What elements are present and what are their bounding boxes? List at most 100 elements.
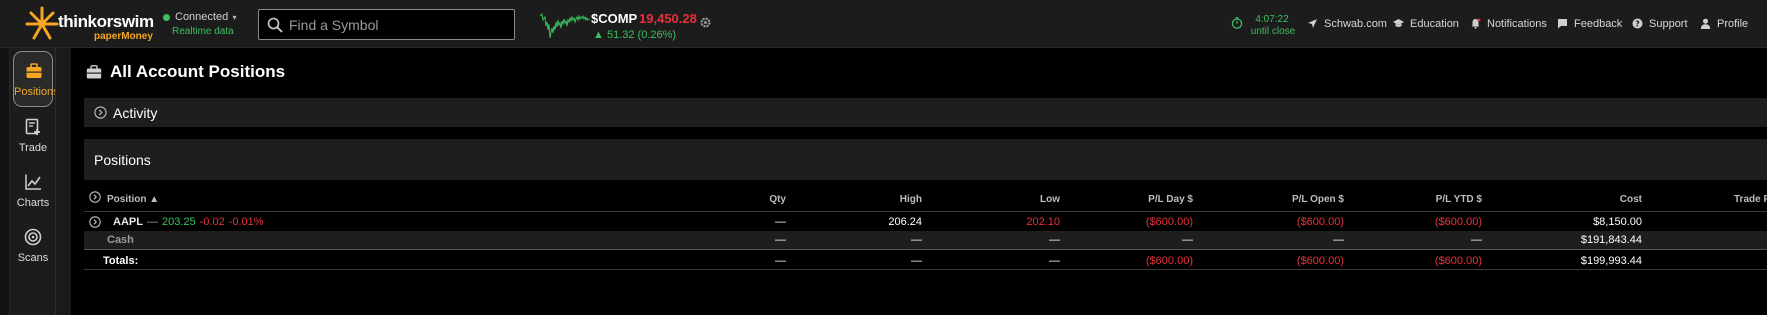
- target-icon: [24, 228, 42, 246]
- sidebar-item-label: Scans: [17, 252, 49, 264]
- column-header-label: Position: [107, 194, 147, 205]
- pl-open-cell: ($600.00): [1296, 216, 1344, 228]
- qty-cell: —: [775, 216, 786, 228]
- net-change: -0.02: [199, 216, 225, 228]
- cost-cell: $199,993.44: [1580, 255, 1642, 267]
- brand-name: thinkorswim: [58, 12, 154, 31]
- column-header-low[interactable]: Low: [982, 194, 1060, 205]
- data-mode-label: Realtime data: [172, 26, 234, 37]
- pl-day-cell: —: [1182, 234, 1193, 246]
- sidebar-item-trade[interactable]: Trade: [13, 108, 53, 164]
- sidebar-item-label: Positions: [14, 86, 59, 98]
- nav-link-label: Education: [1410, 18, 1459, 30]
- nav-link-education[interactable]: Education: [1393, 18, 1468, 32]
- pl-ytd-cell: ($600.00): [1434, 255, 1482, 267]
- briefcase-icon: [86, 65, 102, 79]
- low-cell: —: [1049, 234, 1060, 246]
- pl-ytd-cell: ($600.00): [1434, 216, 1482, 228]
- search-input[interactable]: [289, 15, 509, 35]
- sidebar-item-label: Charts: [16, 197, 50, 209]
- nav-link-feedback[interactable]: Feedback: [1557, 18, 1629, 32]
- sidebar-item-scans[interactable]: Scans: [13, 218, 53, 274]
- table-row[interactable]: AAPL —203.25 -0.02 -0.01% — 206.24 202.10 (…: [84, 213, 1767, 231]
- page-title: All Account Positions: [110, 62, 286, 81]
- expand-row-icon[interactable]: [89, 216, 101, 228]
- nav-link-label: Notifications: [1487, 18, 1547, 30]
- symbol-search[interactable]: [258, 9, 515, 40]
- positions-section-header: Positions: [84, 139, 1767, 180]
- main-content: All Account Positions Activity Positions…: [84, 48, 1767, 315]
- graduation-cap-icon: [1393, 19, 1404, 27]
- nav-link-schwab[interactable]: Schwab.com: [1307, 18, 1387, 32]
- column-header-qty[interactable]: Qty: [724, 194, 786, 205]
- connection-status-label: Connected: [175, 11, 229, 23]
- svg-text:?: ?: [1635, 19, 1640, 28]
- thinkorswim-logo[interactable]: thinkorswim paperMoney: [24, 4, 154, 44]
- search-icon: [267, 17, 283, 33]
- column-header-pl-open[interactable]: P/L Open $: [1256, 194, 1344, 205]
- position-symbol[interactable]: AAPL: [113, 216, 143, 228]
- stopwatch-icon: [1231, 17, 1243, 29]
- sparkline-chart: [540, 12, 590, 39]
- top-bar: thinkorswim paperMoney Connected ▾ Realt…: [0, 0, 1767, 48]
- column-header-pl-day[interactable]: P/L Day $: [1115, 194, 1193, 205]
- ticker-price: 19,450.28: [639, 11, 697, 26]
- column-header-high[interactable]: High: [844, 194, 922, 205]
- logo-starburst-icon: [25, 6, 59, 40]
- totals-label: Totals:: [103, 255, 139, 267]
- sidebar-item-positions[interactable]: Positions: [13, 51, 59, 107]
- gear-icon[interactable]: [699, 16, 712, 29]
- qty-cell: —: [775, 255, 786, 267]
- nav-link-support[interactable]: ? Support: [1632, 18, 1696, 32]
- column-header-trade-price[interactable]: Trade P: [1734, 194, 1767, 205]
- sidebar-item-charts[interactable]: Charts: [13, 163, 53, 219]
- user-icon: [1700, 18, 1711, 29]
- cost-cell: $8,150.00: [1593, 216, 1642, 228]
- chat-icon: [1558, 19, 1567, 29]
- pl-open-cell: ($600.00): [1296, 255, 1344, 267]
- index-ticker[interactable]: $COMP 19,450.28 ▲ 51.32 (0.26%): [540, 6, 715, 44]
- ticker-symbol: $COMP: [591, 11, 638, 26]
- nav-link-label: Schwab.com: [1324, 18, 1387, 30]
- sidebar-rail: [55, 48, 71, 315]
- percent-change: -0.01%: [228, 216, 264, 228]
- positions-table: Position ▲ Qty High Low P/L Day $ P/L Op…: [84, 180, 1767, 315]
- trade-ticket-icon: [25, 118, 40, 135]
- nav-link-profile[interactable]: Profile: [1700, 18, 1758, 32]
- column-header-cost[interactable]: Cost: [1554, 194, 1642, 205]
- low-cell: —: [1049, 255, 1060, 267]
- cost-cell: $191,843.44: [1580, 234, 1642, 246]
- clock-label: until close: [1250, 26, 1296, 37]
- clock-time: 4:07:22: [1255, 14, 1289, 25]
- status-dot-icon: [163, 14, 170, 21]
- nav-link-notifications[interactable]: Notifications: [1470, 18, 1558, 32]
- pl-day-cell: ($600.00): [1145, 216, 1193, 228]
- bell-icon: [1471, 18, 1481, 29]
- expand-all-icon[interactable]: [89, 191, 101, 203]
- arrow-icon: [1308, 19, 1317, 28]
- activity-label: Activity: [113, 105, 158, 121]
- sub-brand: paperMoney: [94, 31, 153, 42]
- symbol-separator: —: [146, 216, 158, 228]
- pl-day-cell: ($600.00): [1145, 255, 1193, 267]
- nav-link-label: Feedback: [1574, 18, 1623, 30]
- high-cell: 206.24: [888, 216, 922, 228]
- low-cell: 202.10: [1026, 216, 1060, 228]
- table-row: Cash — — — — — — $191,843.44: [84, 231, 1767, 249]
- high-cell: —: [911, 234, 922, 246]
- help-icon: ?: [1632, 18, 1643, 29]
- expand-chevron-icon: [94, 106, 107, 119]
- left-sidebar: Positions Trade Charts Scans: [0, 48, 71, 315]
- up-arrow-icon: ▲: [593, 29, 607, 41]
- line-chart-icon: [25, 174, 41, 190]
- position-symbol-cell: AAPL —203.25 -0.02 -0.01%: [113, 216, 268, 228]
- activity-section-toggle[interactable]: Activity: [84, 98, 1767, 127]
- sidebar-item-label: Trade: [18, 142, 48, 154]
- column-header-position[interactable]: Position ▲: [107, 194, 159, 205]
- positions-label: Positions: [94, 152, 151, 168]
- table-header: Position ▲ Qty High Low P/L Day $ P/L Op…: [84, 180, 1767, 212]
- ticker-change-value: 51.32 (0.26%): [606, 29, 677, 41]
- column-header-pl-ytd[interactable]: P/L YTD $: [1394, 194, 1482, 205]
- caret-down-icon: ▾: [230, 13, 237, 22]
- sidebar-edge: [0, 48, 10, 315]
